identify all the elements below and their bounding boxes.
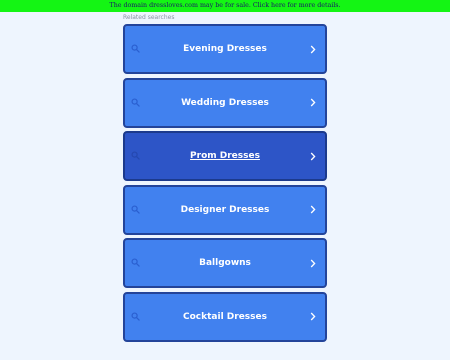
domain-for-sale-banner[interactable]: The domain dressloves.com may be for sal… (0, 0, 450, 12)
chevron-right-icon (310, 98, 316, 107)
related-search-label: Prom Dresses (190, 151, 260, 161)
related-search-evening-dresses[interactable]: Evening Dresses (123, 24, 327, 74)
chevron-right-icon (310, 152, 316, 160)
related-search-label: Cocktail Dresses (183, 311, 267, 322)
related-search-ballgowns[interactable]: Ballgowns (123, 238, 327, 288)
related-search-prom-dresses[interactable]: Prom Dresses (123, 131, 327, 181)
chevron-right-icon (310, 259, 316, 267)
related-search-cocktail-dresses[interactable]: Cocktail Dresses (123, 291, 327, 342)
related-searches-list: Evening Dresses Wedding Dresses Prom Dre… (123, 24, 327, 345)
chevron-right-icon (310, 45, 316, 53)
chevron-right-icon (310, 312, 316, 321)
related-search-label: Designer Dresses (180, 204, 270, 215)
chevron-right-icon (310, 205, 316, 214)
related-search-label: Wedding Dresses (181, 97, 269, 108)
related-search-label: Ballgowns (199, 258, 251, 268)
related-search-wedding-dresses[interactable]: Wedding Dresses (123, 77, 327, 128)
related-searches-label: Related searches (123, 14, 175, 21)
related-search-label: Evening Dresses (183, 44, 267, 54)
related-search-designer-dresses[interactable]: Designer Dresses (123, 184, 327, 235)
